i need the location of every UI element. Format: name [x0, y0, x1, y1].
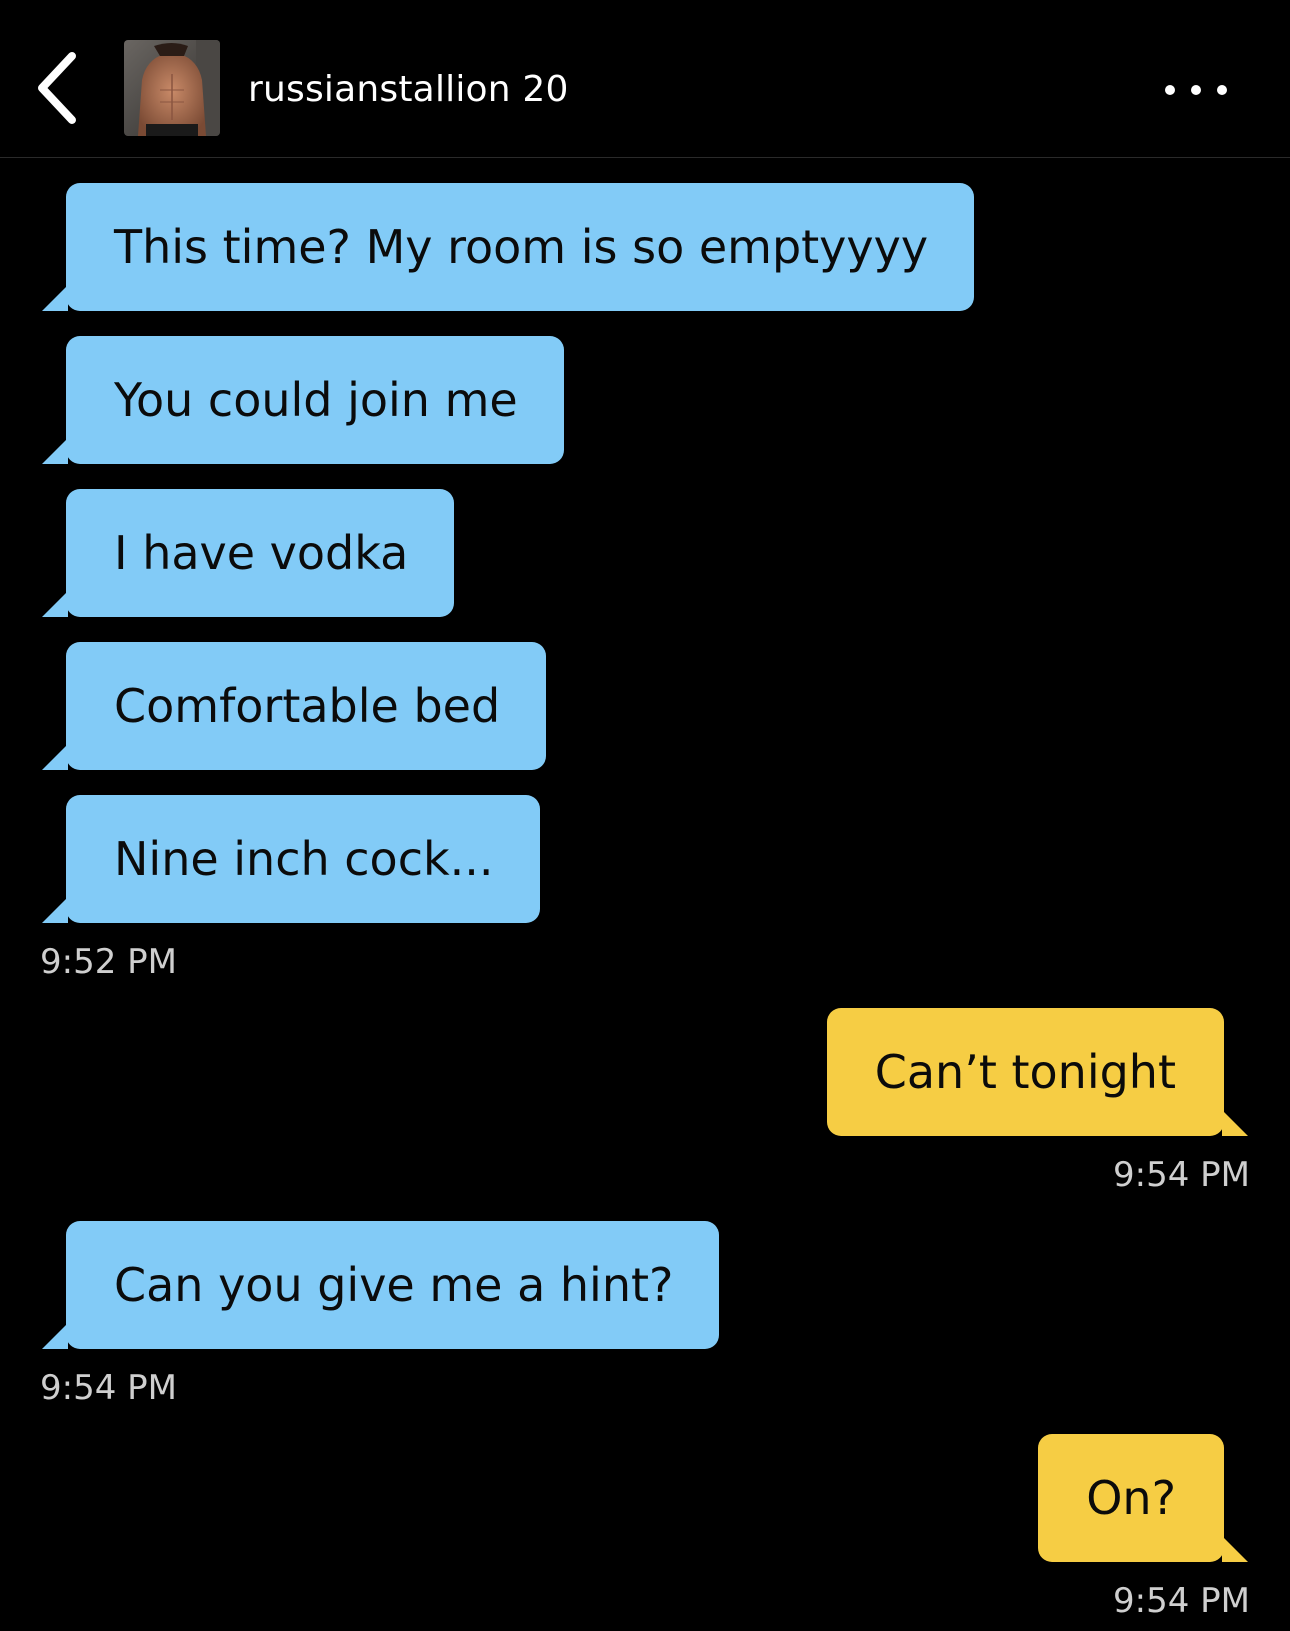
incoming-message[interactable]: Nine inch cock...	[42, 795, 540, 923]
incoming-message[interactable]: This time? My room is so emptyyyy	[42, 183, 975, 311]
profile-photo	[124, 40, 220, 136]
more-horizontal-icon	[1165, 85, 1227, 95]
message-text: Can you give me a hint?	[114, 1258, 674, 1312]
chat-header: russianstallion 20	[0, 0, 1290, 158]
bubble-tail	[1222, 1110, 1248, 1136]
outgoing-message[interactable]: Can’t tonight	[826, 1008, 1248, 1136]
message-text: Nine inch cock...	[114, 832, 494, 886]
bubble-tail	[42, 897, 68, 923]
message-timestamp: 9:54 PM	[1113, 1155, 1250, 1195]
message-text: On?	[1086, 1471, 1176, 1525]
message-timestamp: 9:54 PM	[1113, 1581, 1250, 1621]
message-text: Comfortable bed	[114, 679, 501, 733]
avatar[interactable]	[124, 40, 220, 136]
bubble-tail	[42, 744, 68, 770]
message-text: I have vodka	[114, 526, 409, 580]
bubble-tail	[42, 285, 68, 311]
incoming-message[interactable]: I have vodka	[42, 489, 455, 617]
message-text: Can’t tonight	[874, 1045, 1176, 1099]
chat-username[interactable]: russianstallion 20	[248, 66, 569, 114]
message-text: This time? My room is so emptyyyy	[114, 220, 929, 274]
incoming-message[interactable]: Can you give me a hint?	[42, 1221, 720, 1349]
message-text: You could join me	[114, 373, 518, 427]
message-timestamp: 9:54 PM	[40, 1368, 177, 1408]
outgoing-message[interactable]: On?	[1038, 1434, 1248, 1562]
bubble-tail	[42, 1323, 68, 1349]
bubble-tail	[42, 591, 68, 617]
incoming-message[interactable]: Comfortable bed	[42, 642, 547, 770]
back-button[interactable]	[30, 50, 90, 126]
bubble-tail	[42, 438, 68, 464]
message-timestamp: 9:52 PM	[40, 942, 177, 982]
chevron-left-icon	[38, 52, 76, 124]
incoming-message[interactable]: You could join me	[42, 336, 564, 464]
bubble-tail	[1222, 1536, 1248, 1562]
more-options-button[interactable]	[1160, 72, 1232, 108]
